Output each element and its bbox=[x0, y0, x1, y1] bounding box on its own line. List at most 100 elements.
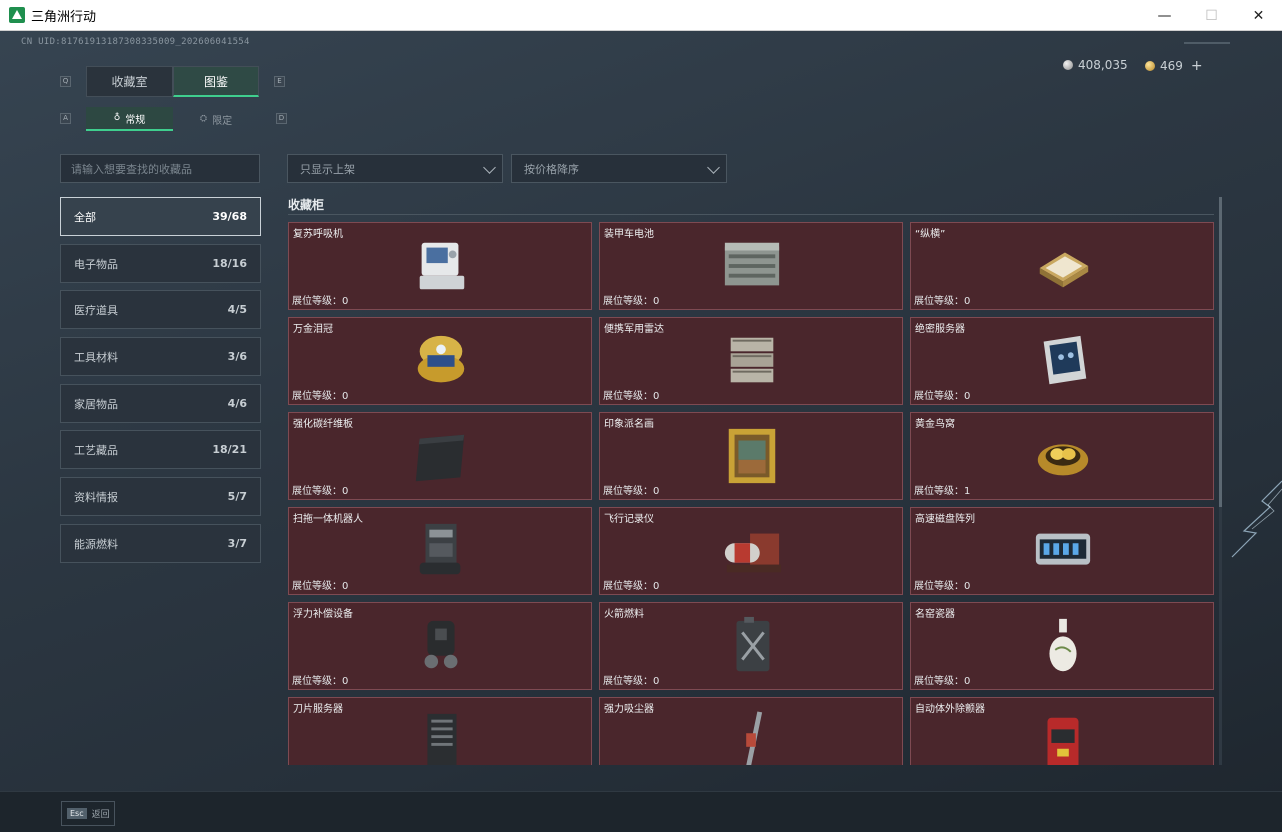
item-name: 绝密服务器 bbox=[915, 324, 965, 335]
display-level-value: 0 bbox=[964, 391, 971, 402]
collection-item-card[interactable]: 复苏呼吸机 展位等级：0 bbox=[288, 222, 592, 310]
tab-collection-room[interactable]: 收藏室 bbox=[86, 66, 173, 97]
collection-item-card[interactable]: 装甲车电池 展位等级：0 bbox=[599, 222, 903, 310]
category-label: 能源燃料 bbox=[74, 537, 118, 551]
category-fuel[interactable]: 能源燃料 3/7 bbox=[60, 524, 261, 563]
collection-item-card[interactable]: 刀片服务器 bbox=[288, 697, 592, 765]
item-name: 强力吸尘器 bbox=[604, 704, 654, 715]
lightning-decoration bbox=[1231, 480, 1282, 558]
category-label: 工艺藏品 bbox=[74, 443, 118, 457]
item-name: 印象派名画 bbox=[604, 419, 654, 430]
gold-currency: 469 + bbox=[1145, 58, 1203, 74]
collection-item-card[interactable]: 高速磁盘阵列 展位等级：0 bbox=[910, 507, 1214, 595]
display-level-value: 0 bbox=[342, 486, 349, 497]
item-name: 复苏呼吸机 bbox=[293, 229, 343, 240]
subtab-regular[interactable]: ♁ 常规 bbox=[86, 107, 173, 131]
category-label: 全部 bbox=[74, 210, 96, 224]
minimize-button[interactable]: — bbox=[1141, 0, 1188, 31]
carbon-plate-icon bbox=[415, 434, 465, 482]
category-label: 资料情报 bbox=[74, 490, 118, 504]
item-name: 扫拖一体机器人 bbox=[293, 514, 363, 525]
category-count: 3/6 bbox=[227, 350, 247, 363]
back-label: 返回 bbox=[91, 810, 110, 820]
silver-coin-icon bbox=[1063, 60, 1073, 70]
collection-item-card[interactable]: 名窑瓷器 展位等级：0 bbox=[910, 602, 1214, 690]
item-name: 自动体外除颤器 bbox=[915, 704, 985, 715]
buoyancy-device-icon bbox=[424, 620, 458, 669]
maximize-button[interactable]: ☐ bbox=[1188, 0, 1235, 31]
collection-item-card[interactable]: 便携军用雷达展位等级：0 bbox=[599, 317, 903, 405]
category-label: 工具材料 bbox=[74, 350, 118, 364]
subtab-limited[interactable]: ⛭ 限定 bbox=[173, 107, 259, 131]
defibrillator-icon bbox=[1047, 717, 1079, 765]
app-logo-icon bbox=[9, 7, 25, 23]
collection-item-card[interactable]: 扫拖一体机器人 展位等级：0 bbox=[288, 507, 592, 595]
item-display-level: 展位等级：0 bbox=[292, 482, 348, 497]
category-all[interactable]: 全部 39/68 bbox=[60, 197, 261, 236]
bottom-bar: Esc 返回 bbox=[0, 791, 1282, 832]
item-display-level: 展位等级：0 bbox=[603, 387, 659, 402]
display-level-value: 0 bbox=[653, 391, 660, 402]
collection-item-card[interactable]: 强化碳纤维板 展位等级：0 bbox=[288, 412, 592, 500]
scrollbar-thumb[interactable] bbox=[1219, 197, 1222, 507]
display-level-label: 展位等级： bbox=[292, 676, 342, 687]
top-divider bbox=[1184, 42, 1230, 44]
item-display-level: 展位等级：0 bbox=[603, 672, 659, 687]
item-display-level: 展位等级：0 bbox=[914, 577, 970, 592]
collection-item-card[interactable]: 浮力补偿设备 展位等级：0 bbox=[288, 602, 592, 690]
chevron-down-icon bbox=[707, 161, 720, 174]
category-count: 3/7 bbox=[227, 537, 247, 550]
fuel-can-icon bbox=[736, 616, 770, 672]
category-count: 4/6 bbox=[227, 397, 247, 410]
category-tools[interactable]: 工具材料 3/6 bbox=[60, 337, 261, 376]
category-intel[interactable]: 资料情报 5/7 bbox=[60, 477, 261, 516]
display-level-value: 0 bbox=[653, 676, 660, 687]
golden-nest-icon bbox=[1037, 444, 1089, 476]
category-crafts[interactable]: 工艺藏品 18/21 bbox=[60, 430, 261, 469]
display-level-label: 展位等级： bbox=[292, 391, 342, 402]
sort-value: 按价格降序 bbox=[524, 162, 579, 176]
game-viewport: CN UID:81761913187308335009_202606041554… bbox=[0, 31, 1282, 832]
display-filter-value: 只显示上架 bbox=[300, 162, 355, 176]
search-input[interactable]: 请输入想要查找的收藏品 bbox=[60, 154, 260, 183]
collection-item-card[interactable]: 绝密服务器展位等级：0 bbox=[910, 317, 1214, 405]
collection-item-card[interactable]: “纵横” 展位等级：0 bbox=[910, 222, 1214, 310]
item-display-level: 展位等级：0 bbox=[292, 672, 348, 687]
back-button[interactable]: Esc 返回 bbox=[61, 801, 115, 826]
category-electronics[interactable]: 电子物品 18/16 bbox=[60, 244, 261, 283]
display-level-value: 0 bbox=[964, 296, 971, 307]
sort-dropdown[interactable]: 按价格降序 bbox=[511, 154, 727, 183]
collection-item-card[interactable]: 强力吸尘器 bbox=[599, 697, 903, 765]
display-filter-dropdown[interactable]: 只显示上架 bbox=[287, 154, 503, 183]
item-name: 万金泪冠 bbox=[293, 324, 333, 335]
item-display-level: 展位等级：0 bbox=[603, 482, 659, 497]
item-display-level: 展位等级：1 bbox=[914, 482, 970, 497]
esc-key: Esc bbox=[67, 808, 87, 819]
item-display-level: 展位等级：0 bbox=[914, 387, 970, 402]
vase-icon bbox=[1049, 618, 1077, 672]
item-name: 便携军用雷达 bbox=[604, 324, 664, 335]
item-display-level: 展位等级：0 bbox=[914, 292, 970, 307]
tab-catalog[interactable]: 图鉴 bbox=[173, 66, 259, 97]
collection-item-card[interactable]: 万金泪冠 展位等级：0 bbox=[288, 317, 592, 405]
collection-item-card[interactable]: 飞行记录仪展位等级：0 bbox=[599, 507, 903, 595]
collection-item-card[interactable]: 自动体外除颤器 bbox=[910, 697, 1214, 765]
battery-icon bbox=[724, 242, 780, 286]
display-level-label: 展位等级： bbox=[292, 581, 342, 592]
add-currency-button[interactable]: + bbox=[1191, 58, 1203, 74]
robot-vacuum-icon bbox=[419, 523, 461, 575]
close-button[interactable]: ✕ bbox=[1235, 0, 1282, 31]
item-name: 装甲车电池 bbox=[604, 229, 654, 240]
tab-next-key: E bbox=[274, 76, 285, 87]
collection-item-card[interactable]: 印象派名画展位等级：0 bbox=[599, 412, 903, 500]
item-display-level: 展位等级：0 bbox=[603, 577, 659, 592]
item-name: “纵横” bbox=[915, 229, 946, 240]
subtab-limited-label: 限定 bbox=[212, 115, 233, 127]
category-household[interactable]: 家居物品 4/6 bbox=[60, 384, 261, 423]
category-medical[interactable]: 医疗道具 4/5 bbox=[60, 290, 261, 329]
item-name: 飞行记录仪 bbox=[604, 514, 654, 525]
collection-item-card[interactable]: 黄金鸟窝 展位等级：1 bbox=[910, 412, 1214, 500]
category-count: 5/7 bbox=[227, 490, 247, 503]
collection-item-card[interactable]: 火箭燃料 展位等级：0 bbox=[599, 602, 903, 690]
category-label: 家居物品 bbox=[74, 397, 118, 411]
